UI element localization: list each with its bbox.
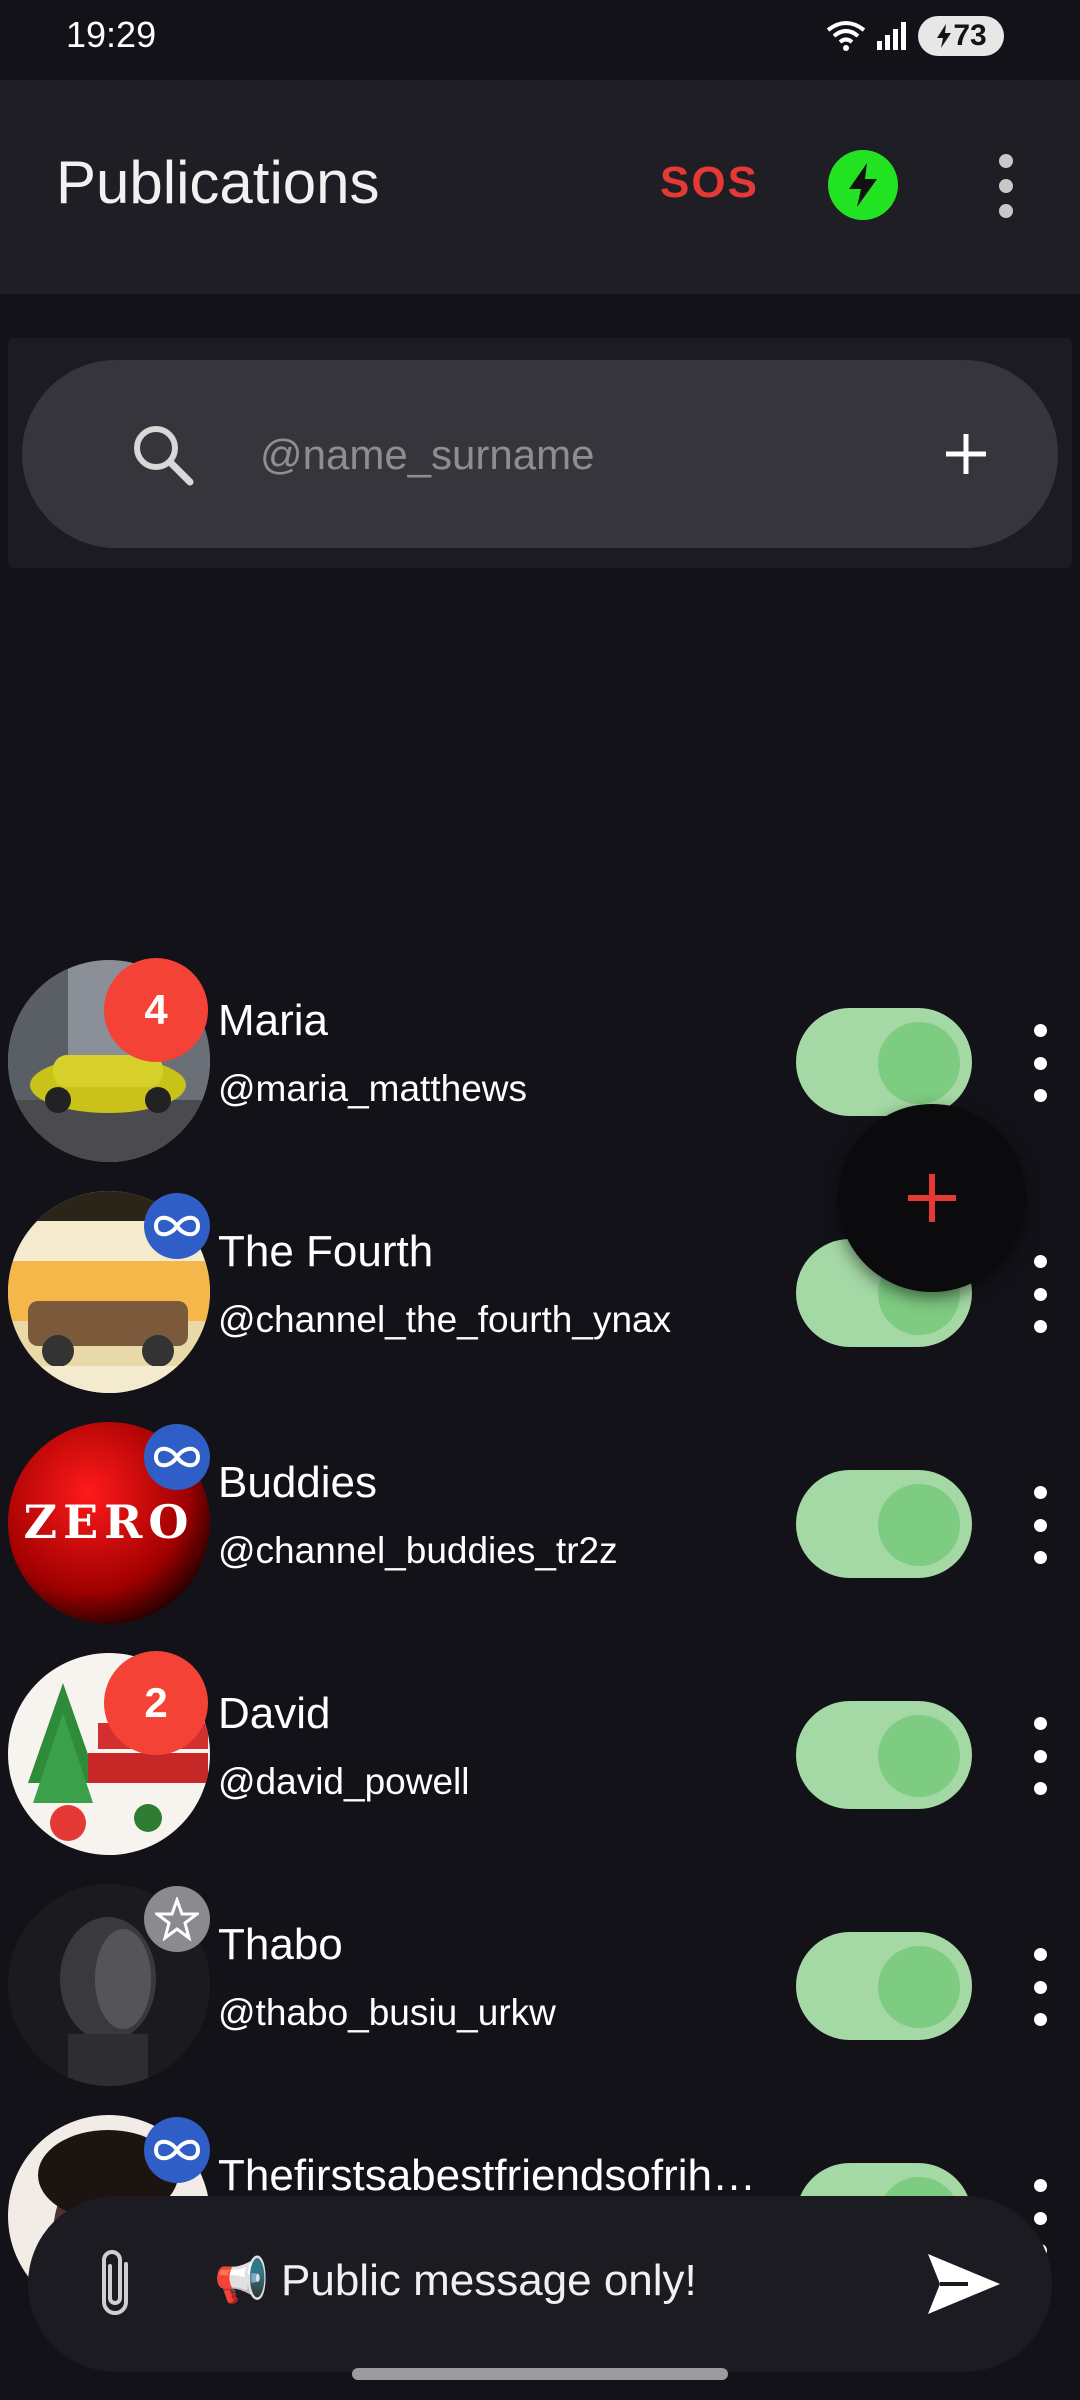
contact-name: Thabo bbox=[218, 1920, 343, 1969]
status-bar: 19:29 73 bbox=[0, 0, 1080, 80]
more-vert-icon[interactable] bbox=[1026, 1717, 1054, 1795]
avatar-text: ZERO bbox=[24, 1495, 195, 1549]
toggle-knob bbox=[878, 1946, 960, 2028]
star-icon bbox=[155, 1897, 199, 1941]
page-title: Publications bbox=[56, 149, 380, 216]
more-vert-icon[interactable] bbox=[984, 154, 1028, 218]
contact-name: The Fourth bbox=[218, 1227, 434, 1276]
message-composer[interactable]: 📢 Public message only! bbox=[28, 2196, 1052, 2372]
more-vert-icon[interactable] bbox=[1026, 1486, 1054, 1564]
contact-handle: @thabo_busiu_urkw bbox=[218, 1992, 556, 2033]
attach-icon[interactable] bbox=[90, 2244, 140, 2324]
more-vert-icon[interactable] bbox=[1026, 1255, 1054, 1333]
infinity-badge bbox=[144, 2117, 210, 2183]
toggle-knob bbox=[878, 1484, 960, 1566]
infinity-badge bbox=[144, 1193, 210, 1259]
contact-name: Thefirstsabestfriendsofrih… bbox=[218, 2151, 756, 2200]
publish-toggle[interactable] bbox=[796, 1008, 972, 1116]
plus-icon bbox=[908, 1174, 956, 1222]
add-fab-button[interactable] bbox=[838, 1104, 1026, 1292]
contact-handle: @maria_matthews bbox=[218, 1068, 527, 1109]
contact-row[interactable]: Thabo @thabo_busiu_urkw bbox=[0, 1882, 1080, 2112]
signal-icon bbox=[877, 22, 906, 50]
toggle-knob bbox=[878, 1715, 960, 1797]
send-icon[interactable] bbox=[924, 2250, 1004, 2318]
composer-message[interactable]: 📢 Public message only! bbox=[214, 2254, 697, 2306]
search-input[interactable] bbox=[258, 422, 862, 488]
favorite-badge bbox=[144, 1886, 210, 1952]
search-bar[interactable] bbox=[22, 360, 1058, 548]
battery-icon: 73 bbox=[918, 16, 1004, 56]
contact-handle: @channel_buddies_tr2z bbox=[218, 1530, 618, 1571]
infinity-icon bbox=[153, 1215, 201, 1237]
publish-toggle[interactable] bbox=[796, 1932, 972, 2040]
contact-handle: @channel_the_fourth_ynax bbox=[218, 1299, 672, 1340]
publish-toggle[interactable] bbox=[796, 1470, 972, 1578]
publish-toggle[interactable] bbox=[796, 1701, 972, 1809]
contact-handle: @david_powell bbox=[218, 1761, 470, 1802]
contact-row[interactable]: 2 David @david_powell bbox=[0, 1651, 1080, 1881]
contact-name: Maria bbox=[218, 996, 329, 1045]
infinity-icon bbox=[153, 1446, 201, 1468]
search-icon bbox=[134, 426, 194, 486]
wifi-icon bbox=[826, 21, 866, 51]
bolt-button[interactable] bbox=[828, 150, 898, 220]
toggle-knob bbox=[878, 1022, 960, 1104]
status-icons: 73 bbox=[826, 16, 1004, 56]
home-indicator[interactable] bbox=[352, 2368, 728, 2380]
app-bar: Publications SOS bbox=[0, 80, 1080, 294]
add-icon[interactable] bbox=[942, 430, 990, 478]
sos-button[interactable]: SOS bbox=[660, 158, 759, 208]
search-panel bbox=[8, 338, 1072, 568]
unread-badge: 4 bbox=[104, 958, 208, 1062]
battery-level: 73 bbox=[953, 19, 987, 52]
more-vert-icon[interactable] bbox=[1026, 1948, 1054, 2026]
contact-name: Buddies bbox=[218, 1458, 378, 1507]
bolt-icon bbox=[849, 163, 877, 207]
contact-name: David bbox=[218, 1689, 331, 1738]
more-vert-icon[interactable] bbox=[1026, 1024, 1054, 1102]
contact-row[interactable]: ZERO Buddies @channel_buddies_tr2z bbox=[0, 1420, 1080, 1650]
infinity-icon bbox=[153, 2139, 201, 2161]
infinity-badge bbox=[144, 1424, 210, 1490]
status-time: 19:29 bbox=[66, 14, 157, 55]
charging-bolt-icon bbox=[937, 24, 952, 48]
unread-badge: 2 bbox=[104, 1651, 208, 1755]
